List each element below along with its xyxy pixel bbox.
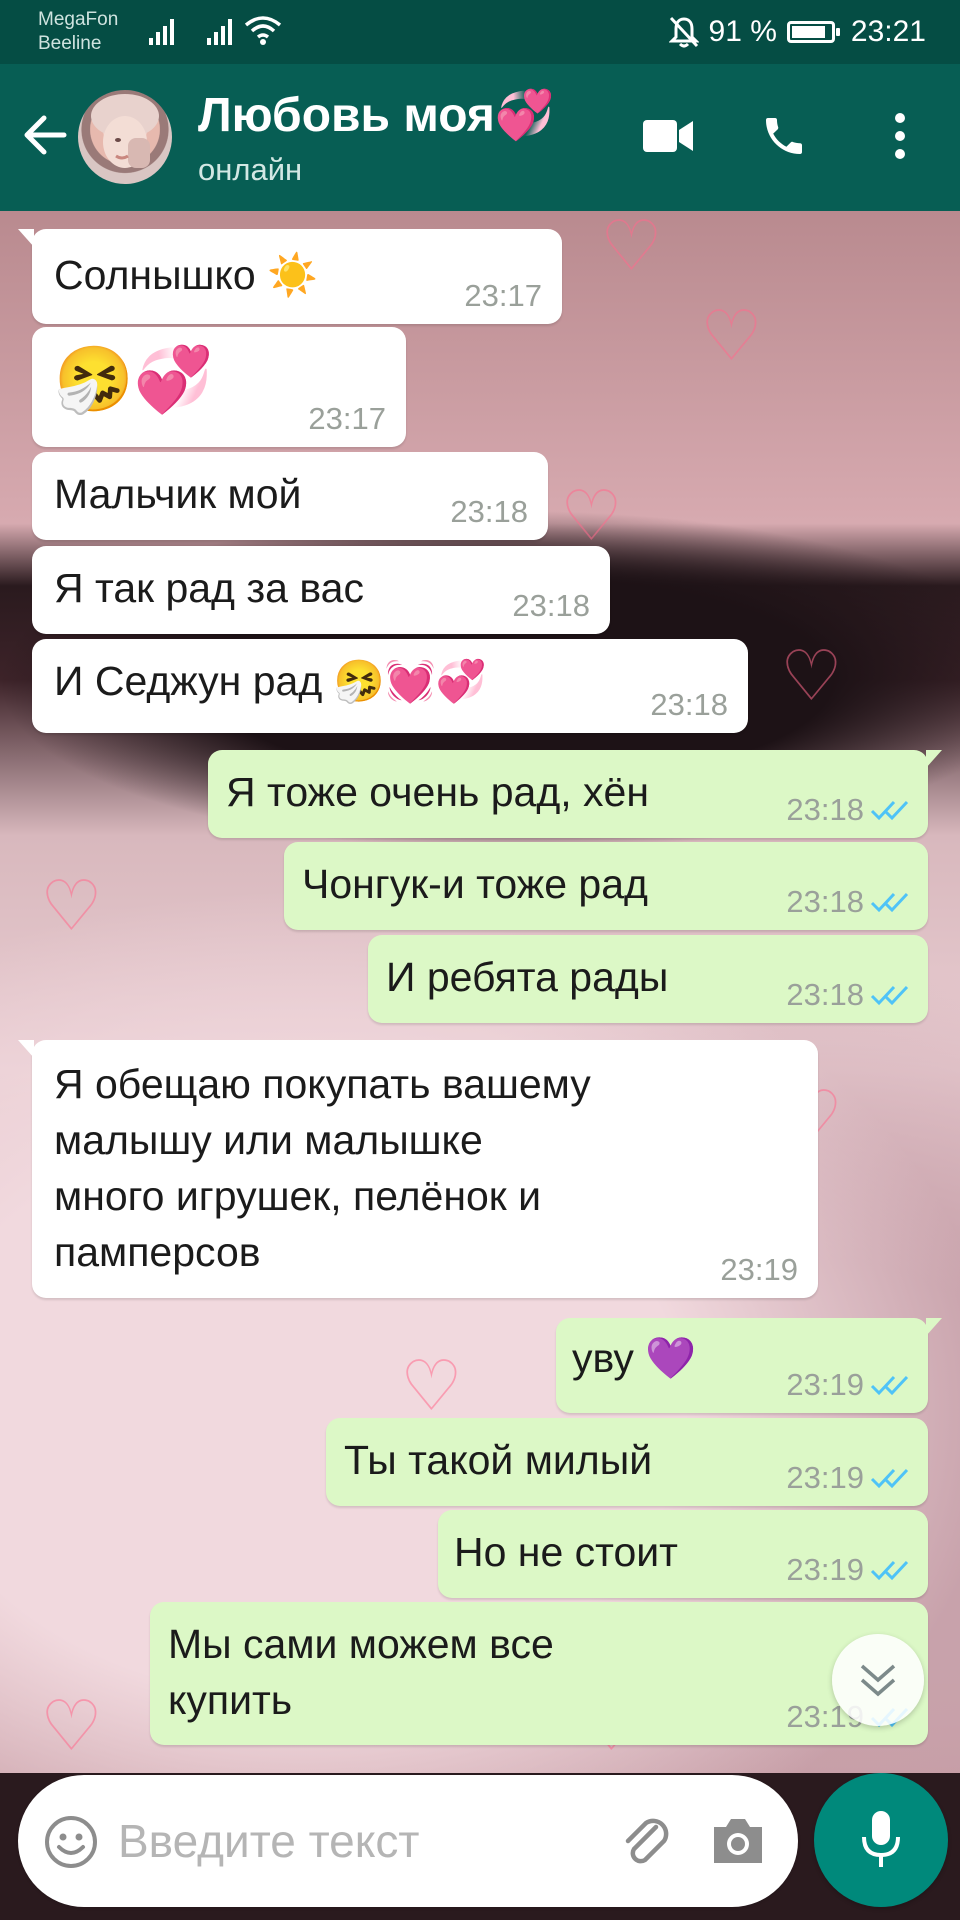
message-text: Солнышко ☀️ bbox=[54, 252, 319, 298]
message-time: 23:19 bbox=[786, 1367, 910, 1403]
video-call-icon[interactable] bbox=[636, 104, 700, 168]
message-text: Мы сами можем все купить bbox=[168, 1621, 554, 1723]
read-ticks-icon bbox=[870, 799, 910, 821]
phone-icon[interactable] bbox=[752, 104, 816, 168]
emoji-icon[interactable] bbox=[44, 1815, 98, 1869]
message-time: 23:18 bbox=[450, 494, 528, 529]
message-time: 23:17 bbox=[308, 401, 386, 436]
carrier-1: MegaFon bbox=[38, 9, 119, 30]
heart-decoration: ♡ bbox=[700, 295, 763, 377]
message-time: 23:18 bbox=[650, 687, 728, 722]
message-outgoing[interactable]: Но не стоит 23:19 bbox=[438, 1510, 928, 1598]
heart-decoration: ♡ bbox=[560, 475, 623, 557]
message-time: 23:17 bbox=[464, 278, 542, 313]
mic-button[interactable] bbox=[814, 1773, 948, 1907]
avatar[interactable] bbox=[78, 90, 172, 184]
message-text: Я тоже очень рад, хён bbox=[226, 769, 649, 815]
read-ticks-icon bbox=[870, 891, 910, 913]
message-input-box[interactable] bbox=[18, 1775, 798, 1907]
message-time: 23:19 bbox=[786, 1460, 910, 1496]
read-ticks-icon bbox=[870, 1374, 910, 1396]
message-outgoing[interactable]: Я тоже очень рад, хён 23:18 bbox=[208, 750, 942, 838]
heart-decoration: ♡ bbox=[600, 211, 663, 287]
heart-decoration: ♡ bbox=[40, 1685, 103, 1767]
message-text: Мальчик мой bbox=[54, 471, 302, 517]
more-vert-icon[interactable] bbox=[868, 104, 932, 168]
message-time: 23:18 bbox=[786, 884, 910, 920]
message-time: 23:18 bbox=[512, 588, 590, 623]
back-arrow-icon[interactable] bbox=[18, 108, 72, 162]
wifi-icon bbox=[244, 14, 282, 45]
message-incoming[interactable]: Солнышко ☀️ 23:17 bbox=[18, 229, 562, 324]
message-incoming[interactable]: Я обещаю покупать вашему малышу или малы… bbox=[18, 1040, 818, 1298]
message-time: 23:19 bbox=[720, 1252, 798, 1287]
camera-icon[interactable] bbox=[710, 1815, 766, 1867]
message-time: 23:18 bbox=[786, 792, 910, 828]
message-text: Я обещаю покупать вашему малышу или малы… bbox=[54, 1061, 591, 1275]
message-outgoing[interactable]: уву 💜 23:19 bbox=[556, 1318, 942, 1413]
scroll-to-bottom-button[interactable] bbox=[832, 1634, 924, 1726]
message-incoming[interactable]: И Седжун рад 🤧💓💞 23:18 bbox=[32, 639, 748, 733]
contact-status: онлайн bbox=[198, 152, 303, 187]
heart-decoration: ♡ bbox=[400, 1345, 463, 1427]
message-text: Но не стоит bbox=[454, 1529, 678, 1575]
battery-icon bbox=[786, 21, 840, 43]
message-outgoing[interactable]: И ребята рады 23:18 bbox=[368, 935, 928, 1023]
read-ticks-icon bbox=[870, 1467, 910, 1489]
clock: 23:21 bbox=[850, 15, 926, 48]
signal-icon bbox=[206, 16, 236, 46]
message-text: Ты такой милый bbox=[344, 1437, 653, 1483]
mute-icon bbox=[668, 16, 699, 48]
status-bar: MegaFon Beeline 91 % 23:21 bbox=[0, 0, 960, 64]
message-time: 23:18 bbox=[786, 977, 910, 1013]
carrier-2: Beeline bbox=[38, 33, 102, 54]
composer bbox=[0, 1773, 960, 1920]
message-incoming[interactable]: Мальчик мой 23:18 bbox=[32, 452, 548, 540]
message-incoming[interactable]: 🤧💞 23:17 bbox=[32, 327, 406, 447]
message-outgoing[interactable]: Чонгук-и тоже рад 23:18 bbox=[284, 842, 928, 930]
message-outgoing[interactable]: Ты такой милый 23:19 bbox=[326, 1418, 928, 1506]
message-text: И ребята рады bbox=[386, 954, 669, 1000]
message-text: уву 💜 bbox=[572, 1335, 697, 1381]
double-chevron-down-icon bbox=[860, 1664, 896, 1697]
contact-name[interactable]: Любовь моя💞 bbox=[198, 86, 555, 146]
message-incoming[interactable]: Я так рад за вас 23:18 bbox=[32, 546, 610, 634]
message-text: Чонгук-и тоже рад bbox=[302, 861, 648, 907]
heart-decoration: ♡ bbox=[780, 635, 843, 717]
message-text: И Седжун рад 🤧💓💞 bbox=[54, 658, 487, 704]
chat-header: Любовь моя💞 онлайн bbox=[0, 64, 960, 211]
attach-icon[interactable] bbox=[618, 1813, 674, 1869]
carrier-names: MegaFon Beeline bbox=[38, 8, 118, 56]
message-text: Я так рад за вас bbox=[54, 565, 364, 611]
battery-text: 91 % bbox=[708, 15, 777, 48]
message-input[interactable] bbox=[118, 1775, 598, 1907]
status-right: 91 % 23:21 bbox=[668, 12, 926, 52]
read-ticks-icon bbox=[870, 1559, 910, 1581]
mic-icon bbox=[862, 1811, 900, 1867]
message-outgoing[interactable]: Мы сами можем все купить 23:19 bbox=[150, 1602, 928, 1745]
heart-decoration: ♡ bbox=[40, 865, 103, 947]
message-text: 🤧💞 bbox=[54, 343, 214, 415]
message-time: 23:19 bbox=[786, 1552, 910, 1588]
signal-icon bbox=[148, 16, 178, 46]
read-ticks-icon bbox=[870, 984, 910, 1006]
